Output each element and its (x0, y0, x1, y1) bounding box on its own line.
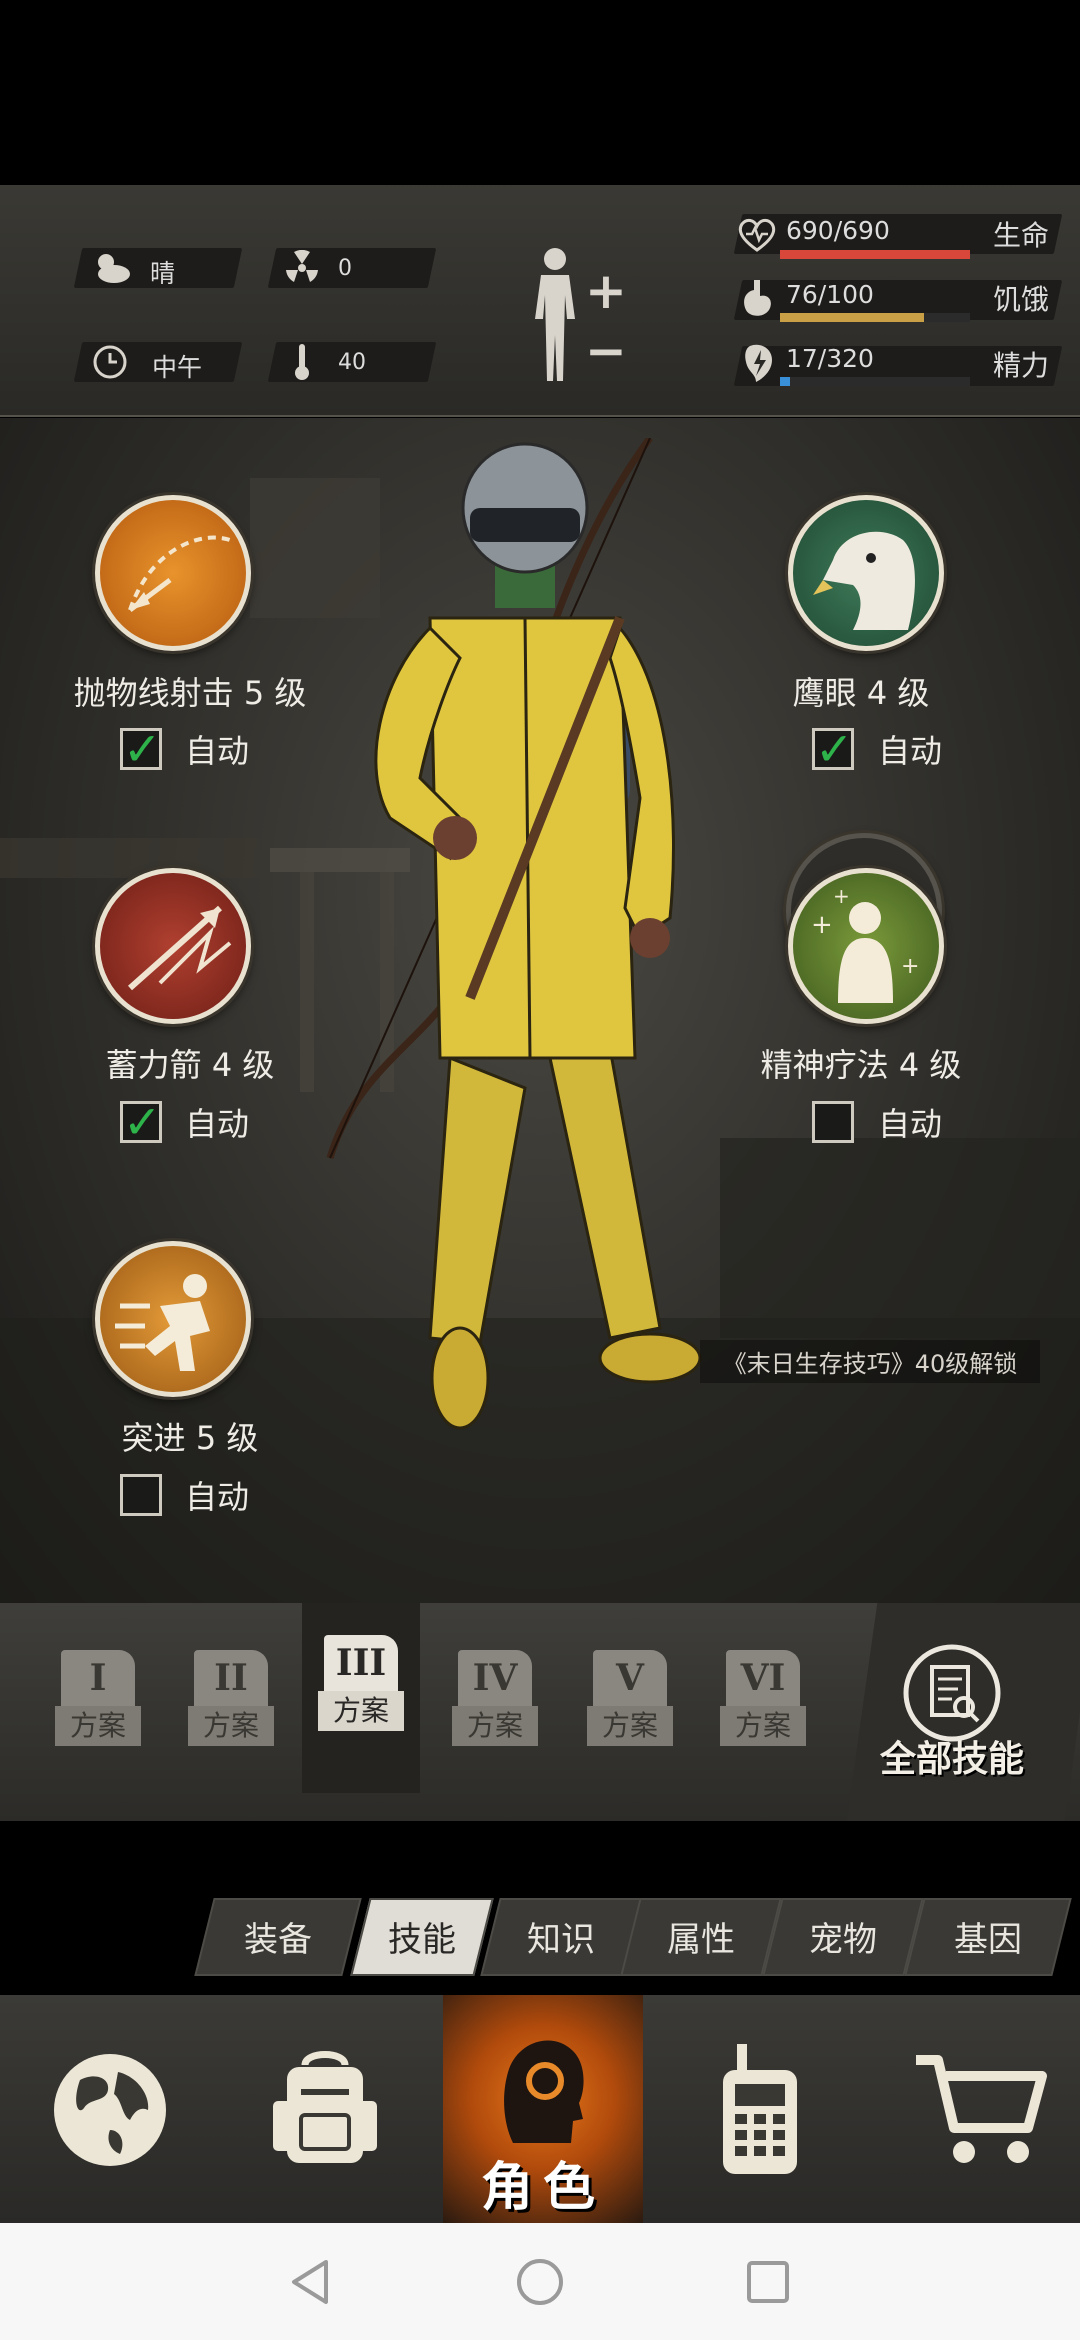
time-text: 中午 (152, 353, 203, 382)
auto-checkbox[interactable] (812, 1101, 854, 1143)
auto-checkbox[interactable]: ✓ (120, 722, 162, 776)
skill-name: 抛物线射击 5 级 (73, 674, 307, 712)
health-bar (780, 250, 970, 259)
all-skills-button[interactable]: 全部技能 (880, 1730, 1024, 1782)
eagle-icon (813, 531, 915, 630)
health-bar-fill (780, 250, 970, 259)
walkie-talkie-icon (723, 2044, 797, 2174)
plan-label: 方案 (55, 1706, 141, 1746)
temperature-value: 40 (338, 350, 366, 375)
charged-arrow-icon (128, 905, 232, 991)
plan-numeral: III (324, 1635, 398, 1691)
energy-icon (742, 342, 776, 388)
skill-parabolic-shot[interactable] (95, 495, 251, 651)
plan-6-button[interactable]: VI 方案 (720, 1650, 806, 1760)
plan-3-button[interactable]: III 方案 (318, 1635, 404, 1745)
svg-text:+: + (811, 910, 833, 940)
dash-icon (115, 1274, 210, 1371)
world-map-button[interactable] (50, 2050, 170, 2174)
plan-label: 方案 (587, 1706, 673, 1746)
plan-2-button[interactable]: II 方案 (188, 1650, 274, 1760)
energy-bar-fill (780, 377, 791, 386)
stomach-icon (740, 278, 774, 322)
plan-1-button[interactable]: I 方案 (55, 1650, 141, 1760)
auto-checkbox[interactable]: ✓ (812, 722, 854, 776)
minus-icon[interactable]: − (585, 322, 627, 380)
shopping-cart-icon (916, 2055, 1047, 2163)
energy-bar (780, 377, 970, 386)
tab-label: 基因 (954, 1920, 1022, 1960)
auto-checkbox[interactable]: ✓ (120, 1095, 162, 1149)
plan-label: 方案 (188, 1706, 274, 1746)
auto-label: 自动 (878, 1105, 943, 1143)
auto-label: 自动 (185, 1478, 250, 1516)
radio-button[interactable] (715, 2040, 805, 2184)
skill-eagle-eye[interactable] (788, 495, 944, 651)
skill-dash[interactable] (95, 1241, 251, 1397)
back-icon[interactable] (288, 2258, 332, 2310)
plan-numeral: VI (726, 1650, 800, 1706)
plan-label: 方案 (318, 1691, 404, 1731)
tab-label: 技能 (388, 1920, 456, 1960)
checkmark-icon: ✓ (123, 722, 162, 776)
parabolic-arrow-icon (128, 535, 231, 612)
svg-text:+: + (833, 884, 850, 908)
skill-name: 突进 5 级 (121, 1419, 259, 1457)
plan-numeral: I (61, 1650, 135, 1706)
tab-label: 装备 (244, 1920, 312, 1960)
radiation-value: 0 (338, 256, 352, 281)
tab-label: 宠物 (809, 1920, 877, 1960)
hunger-text: 76/100 (786, 280, 874, 309)
radiation-icon (284, 249, 320, 290)
plan-4-button[interactable]: IV 方案 (452, 1650, 538, 1760)
thermometer-icon (292, 342, 312, 386)
skill-mental-therapy[interactable]: + + + (788, 868, 944, 1024)
mental-therapy-icon: + + + (811, 884, 919, 1003)
body-status-icon[interactable] (525, 245, 585, 389)
plan-5-button[interactable]: V 方案 (587, 1650, 673, 1760)
energy-label: 精力 (993, 349, 1050, 382)
tab-label: 知识 (527, 1920, 595, 1960)
auto-label: 自动 (185, 732, 250, 770)
plan-numeral: V (593, 1650, 667, 1706)
weather-text: 晴 (150, 259, 176, 288)
skill-name: 鹰眼 4 级 (792, 674, 930, 712)
plan-numeral: II (194, 1650, 268, 1706)
plus-icon[interactable]: + (585, 262, 627, 320)
recents-icon[interactable] (746, 2260, 790, 2308)
health-label: 生命 (993, 219, 1050, 252)
skill-charged-arrow[interactable] (95, 868, 251, 1024)
hunger-bar (780, 313, 970, 322)
globe-icon (54, 2054, 166, 2166)
skill-name: 蓄力箭 4 级 (105, 1046, 275, 1084)
plan-label: 方案 (720, 1706, 806, 1746)
heart-icon (738, 218, 776, 256)
health-text: 690/690 (786, 216, 890, 245)
backpack-icon (273, 2051, 377, 2163)
plan-label: 方案 (452, 1706, 538, 1746)
shop-button[interactable] (910, 2050, 1050, 2174)
character-nav-button[interactable]: 角色 (443, 1995, 643, 2223)
character-nav-label: 角色 (480, 2158, 605, 2218)
weather-icon (90, 250, 134, 288)
checkmark-icon: ✓ (123, 1095, 162, 1149)
svg-text:+: + (901, 954, 919, 979)
clock-icon (92, 344, 128, 384)
character-figure (326, 438, 702, 1430)
hunger-label: 饥饿 (993, 283, 1050, 316)
energy-text: 17/320 (786, 344, 874, 373)
auto-checkbox[interactable] (120, 1474, 162, 1516)
tab-label: 属性 (667, 1920, 735, 1960)
skill-name: 精神疗法 4 级 (760, 1046, 962, 1084)
plan-numeral: IV (458, 1650, 532, 1706)
head-icon (504, 2040, 584, 2143)
hunger-bar-fill (780, 313, 925, 322)
checkmark-icon: ✓ (815, 722, 854, 776)
auto-label: 自动 (185, 1105, 250, 1143)
backpack-button[interactable] (265, 2045, 385, 2179)
locked-skill-text: 《末日生存技巧》40级解锁 (700, 1340, 1040, 1383)
auto-label: 自动 (878, 732, 943, 770)
home-icon[interactable] (516, 2258, 564, 2310)
